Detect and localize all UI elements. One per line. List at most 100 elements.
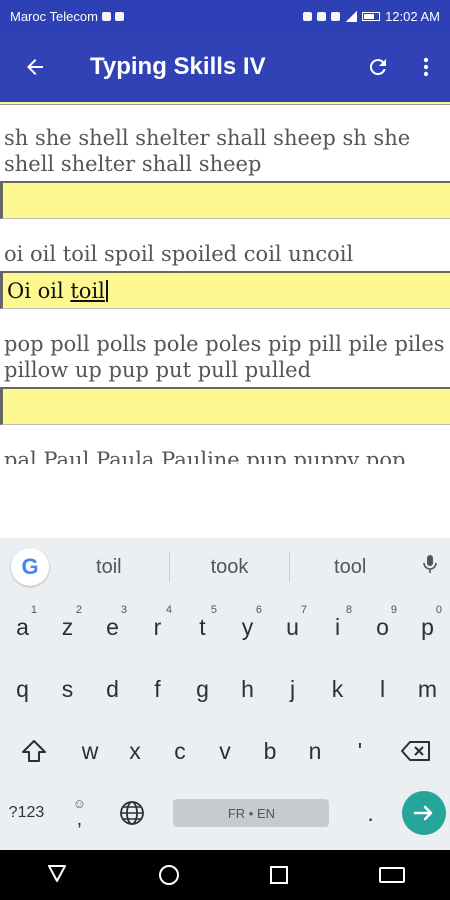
key-f[interactable]: f (135, 658, 180, 720)
language-label: FR • EN (173, 799, 330, 827)
comma-key[interactable]: ☺ , (53, 782, 106, 844)
composing-word: toil (70, 278, 105, 303)
key-row-2: q s d f g h j k l m (0, 658, 450, 720)
key-label: r (153, 613, 162, 640)
key-r[interactable]: r4 (135, 596, 180, 658)
period-key[interactable]: . (344, 782, 397, 844)
suggestion-strip: G toil took tool (0, 538, 450, 596)
key-v[interactable]: v (203, 720, 248, 782)
exercise-prompt: oi oil toil spoil spoiled coil uncoil (4, 242, 354, 266)
key-label: y (241, 613, 254, 640)
headset-icon (303, 11, 313, 21)
key-q[interactable]: q (0, 658, 45, 720)
nav-recents-icon[interactable] (269, 866, 288, 884)
vibrate-icon (331, 11, 341, 21)
screen: Maroc Telecom 12:02 AM Typing Skills IV (0, 0, 450, 900)
alarm-icon (317, 11, 327, 21)
key-hint: 3 (120, 604, 127, 616)
status-bar: Maroc Telecom 12:02 AM (0, 0, 450, 32)
arrow-right-icon (401, 791, 446, 835)
key-label: o (376, 613, 389, 640)
key-label: u (286, 613, 299, 640)
clock: 12:02 AM (385, 8, 440, 24)
exercise-prompt: sh she shell shelter shall sheep sh she … (4, 126, 411, 176)
app-bar: Typing Skills IV (0, 32, 450, 102)
exercise-prompt: pal Paul Paula Pauline pup puppy pop (4, 448, 406, 464)
key-row-3: w x c v b n ' (0, 720, 450, 782)
key-b[interactable]: b (248, 720, 293, 782)
key-p[interactable]: p0 (405, 596, 450, 658)
typing-field[interactable] (0, 387, 450, 425)
refresh-icon[interactable] (354, 32, 402, 102)
suggestion[interactable]: toil (49, 556, 169, 579)
key-i[interactable]: i8 (315, 596, 360, 658)
microphone-icon[interactable] (410, 554, 450, 580)
key-hint: 4 (165, 604, 172, 616)
key-d[interactable]: d (90, 658, 135, 720)
facebook-icon (101, 11, 111, 21)
key-hint: 8 (345, 604, 352, 616)
key-hint: 0 (435, 604, 442, 616)
text-cursor (105, 279, 108, 302)
page-title: Typing Skills IV (90, 53, 266, 80)
key-row-1: a1 z2 e3 r4 t5 y6 u7 i8 o9 p0 (0, 596, 450, 658)
key-hint: 9 (390, 604, 397, 616)
key-h[interactable]: h (225, 658, 270, 720)
suggestion[interactable]: took (170, 556, 290, 579)
key-hint: 7 (300, 604, 307, 616)
signal-icon (345, 10, 358, 22)
spacebar[interactable]: FR • EN (159, 782, 344, 844)
overflow-menu-icon[interactable] (402, 32, 450, 102)
typing-field[interactable] (0, 181, 450, 219)
key-l[interactable]: l (360, 658, 405, 720)
carrier-label: Maroc Telecom (10, 8, 98, 24)
key-apostrophe[interactable]: ' (338, 720, 383, 782)
gallery-notification-icon (114, 11, 124, 21)
key-t[interactable]: t5 (180, 596, 225, 658)
key-a[interactable]: a1 (0, 596, 45, 658)
key-hint: 2 (75, 604, 82, 616)
navigation-bar (0, 850, 450, 900)
exercise-prompt: pop poll polls pole poles pip pill pile … (4, 332, 445, 382)
nav-back-icon[interactable] (46, 862, 68, 889)
backspace-icon[interactable] (383, 720, 450, 782)
nav-home-icon[interactable] (158, 865, 179, 885)
key-s[interactable]: s (45, 658, 90, 720)
key-label: p (421, 613, 434, 640)
suggestion[interactable]: tool (290, 556, 410, 579)
key-label: t (199, 613, 206, 640)
key-hint: 5 (210, 604, 217, 616)
key-label: z (61, 613, 74, 640)
key-label: , (76, 808, 83, 830)
key-c[interactable]: c (158, 720, 203, 782)
keyboard-switch-icon[interactable] (378, 867, 405, 883)
key-e[interactable]: e3 (90, 596, 135, 658)
key-label: a (16, 613, 29, 640)
key-n[interactable]: n (293, 720, 338, 782)
battery-icon (362, 11, 381, 21)
key-label: i (334, 613, 341, 640)
google-icon[interactable]: G (11, 548, 49, 586)
shift-icon[interactable] (0, 720, 68, 782)
key-w[interactable]: w (68, 720, 113, 782)
globe-icon[interactable] (106, 782, 159, 844)
key-k[interactable]: k (315, 658, 360, 720)
key-y[interactable]: y6 (225, 596, 270, 658)
key-o[interactable]: o9 (360, 596, 405, 658)
key-g[interactable]: g (180, 658, 225, 720)
key-hint: 6 (255, 604, 262, 616)
enter-key[interactable] (397, 782, 450, 844)
typing-field-active[interactable]: Oi oil toil (0, 271, 450, 309)
key-u[interactable]: u7 (270, 596, 315, 658)
key-j[interactable]: j (270, 658, 315, 720)
exercise-list: sh she shell shelter shall sheep sh she … (0, 102, 450, 464)
soft-keyboard: G toil took tool a1 z2 e3 r4 t5 y6 u7 i8… (0, 538, 450, 850)
key-row-4: ?123 ☺ , FR • EN . (0, 782, 450, 844)
arrow-left-icon[interactable] (0, 32, 70, 102)
symbols-key[interactable]: ?123 (0, 782, 53, 844)
typed-text: Oi oil (7, 278, 71, 303)
key-x[interactable]: x (113, 720, 158, 782)
key-z[interactable]: z2 (45, 596, 90, 658)
key-m[interactable]: m (405, 658, 450, 720)
key-hint: 1 (30, 604, 37, 616)
